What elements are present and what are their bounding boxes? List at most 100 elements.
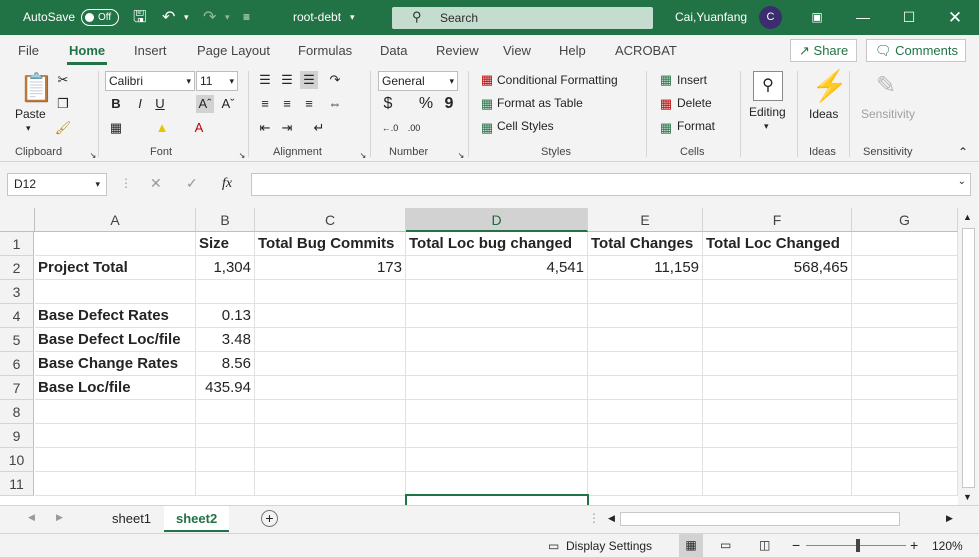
share-button[interactable]: ↗ Share bbox=[790, 39, 857, 62]
cell-f4[interactable] bbox=[703, 304, 852, 328]
cell-b4[interactable]: 0.13 bbox=[196, 304, 255, 328]
scroll-right-icon[interactable]: ▶ bbox=[946, 513, 953, 524]
align-bottom-icon[interactable]: ☰ bbox=[300, 71, 318, 89]
sheet-tab-sheet1[interactable]: sheet1 bbox=[100, 506, 163, 532]
row-header-7[interactable]: 7 bbox=[0, 376, 34, 400]
display-settings-button[interactable]: Display Settings bbox=[566, 539, 652, 553]
cell-g4[interactable] bbox=[852, 304, 958, 328]
cell-d9[interactable] bbox=[406, 424, 588, 448]
cell-e2[interactable]: 11,159 bbox=[588, 256, 703, 280]
format-cells-button[interactable]: Format bbox=[677, 119, 715, 133]
search-box[interactable]: ⚲ Search bbox=[392, 7, 653, 29]
row-header-3[interactable]: 3 bbox=[0, 280, 34, 304]
prev-sheet-icon[interactable]: ◀ bbox=[28, 512, 35, 523]
search-icon[interactable]: ⚲ bbox=[753, 71, 783, 101]
customize-qat-icon[interactable]: ≡ bbox=[243, 0, 250, 35]
row-header-6[interactable]: 6 bbox=[0, 352, 34, 376]
next-sheet-icon[interactable]: ▶ bbox=[56, 512, 63, 523]
cell-b7[interactable]: 435.94 bbox=[196, 376, 255, 400]
percent-button[interactable]: % bbox=[417, 95, 435, 113]
name-box[interactable]: D12 ▾ bbox=[7, 173, 107, 196]
cell-g3[interactable] bbox=[852, 280, 958, 304]
paste-icon[interactable]: 📋 bbox=[19, 71, 54, 104]
insert-function-button[interactable]: fx bbox=[222, 176, 232, 192]
select-all-corner[interactable] bbox=[0, 208, 35, 232]
cell-f5[interactable] bbox=[703, 328, 852, 352]
cell-a11[interactable] bbox=[35, 472, 196, 496]
cell-e11[interactable] bbox=[588, 472, 703, 496]
row-header-5[interactable]: 5 bbox=[0, 328, 34, 352]
cell-d3[interactable] bbox=[406, 280, 588, 304]
cell-g7[interactable] bbox=[852, 376, 958, 400]
insert-cells-button[interactable]: Insert bbox=[677, 73, 707, 87]
cell-e1[interactable]: Total Changes bbox=[588, 232, 703, 256]
cell-c9[interactable] bbox=[255, 424, 406, 448]
font-size-select[interactable]: 11 ▾ bbox=[196, 71, 238, 91]
cell-styles-icon[interactable]: ▦ bbox=[478, 119, 496, 137]
align-middle-icon[interactable]: ☰ bbox=[278, 71, 296, 89]
cell-d2[interactable]: 4,541 bbox=[406, 256, 588, 280]
user-name[interactable]: Cai,Yuanfang bbox=[675, 0, 747, 35]
worksheet-grid[interactable]: ABCDEFG 1 2 3 4 5 6 7 8 9 10 11 Size Total Bug Comm… bbox=[0, 208, 979, 505]
vertical-scrollbar[interactable]: ▲ ▼ bbox=[958, 208, 979, 505]
cell-e6[interactable] bbox=[588, 352, 703, 376]
cell-f10[interactable] bbox=[703, 448, 852, 472]
minimize-icon[interactable]: — bbox=[843, 0, 883, 35]
column-header-b[interactable]: B bbox=[196, 208, 255, 232]
vertical-scroll-thumb[interactable] bbox=[962, 228, 975, 488]
avatar[interactable]: C bbox=[759, 6, 782, 29]
file-name[interactable]: root-debt bbox=[293, 0, 341, 35]
paste-chevron-icon[interactable]: ▾ bbox=[26, 123, 31, 134]
page-layout-view-icon[interactable]: ▭ bbox=[720, 538, 731, 552]
maximize-icon[interactable]: ☐ bbox=[889, 0, 929, 35]
cell-d10[interactable] bbox=[406, 448, 588, 472]
cell-a1[interactable] bbox=[35, 232, 196, 256]
cell-b3[interactable] bbox=[196, 280, 255, 304]
cell-a10[interactable] bbox=[35, 448, 196, 472]
align-left-icon[interactable]: ≡ bbox=[256, 95, 274, 113]
cell-g11[interactable] bbox=[852, 472, 958, 496]
column-header-f[interactable]: F bbox=[703, 208, 852, 232]
cell-e8[interactable] bbox=[588, 400, 703, 424]
conditional-formatting-icon[interactable]: ▦ bbox=[478, 71, 496, 89]
cell-c5[interactable] bbox=[255, 328, 406, 352]
conditional-formatting-button[interactable]: Conditional Formatting bbox=[497, 73, 618, 87]
zoom-level[interactable]: 120% bbox=[932, 539, 963, 553]
zoom-in-icon[interactable]: + bbox=[910, 537, 918, 553]
cell-c2[interactable]: 173 bbox=[255, 256, 406, 280]
cell-f8[interactable] bbox=[703, 400, 852, 424]
cell-styles-button[interactable]: Cell Styles bbox=[497, 119, 554, 133]
redo-dropdown-icon[interactable]: ▾ bbox=[225, 0, 230, 35]
cell-f6[interactable] bbox=[703, 352, 852, 376]
cell-d4[interactable] bbox=[406, 304, 588, 328]
cell-c1[interactable]: Total Bug Commits bbox=[255, 232, 406, 256]
orientation-icon[interactable]: ↷ bbox=[326, 71, 344, 89]
formula-input[interactable]: ⌄ bbox=[251, 173, 971, 196]
cell-g8[interactable] bbox=[852, 400, 958, 424]
cell-e9[interactable] bbox=[588, 424, 703, 448]
redo-icon[interactable]: ↷ bbox=[203, 0, 216, 35]
tab-view[interactable]: View bbox=[503, 43, 531, 58]
page-break-view-icon[interactable]: ◫ bbox=[759, 538, 770, 552]
decrease-decimal-icon[interactable]: .00 bbox=[405, 119, 423, 137]
ideas-button[interactable]: Ideas bbox=[809, 107, 838, 121]
cell-e7[interactable] bbox=[588, 376, 703, 400]
cell-e3[interactable] bbox=[588, 280, 703, 304]
cell-d8[interactable] bbox=[406, 400, 588, 424]
cell-a4[interactable]: Base Defect Rates bbox=[35, 304, 196, 328]
number-format-select[interactable]: General ▾ bbox=[378, 71, 458, 91]
insert-cells-icon[interactable]: ▦ bbox=[657, 71, 675, 89]
decrease-font-icon[interactable]: Aˇ bbox=[219, 95, 237, 113]
cell-c7[interactable] bbox=[255, 376, 406, 400]
cell-c11[interactable] bbox=[255, 472, 406, 496]
cell-a6[interactable]: Base Change Rates bbox=[35, 352, 196, 376]
editing-chevron-icon[interactable]: ▾ bbox=[764, 121, 769, 132]
cell-a3[interactable] bbox=[35, 280, 196, 304]
sheet-tab-sheet2[interactable]: sheet2 bbox=[164, 506, 230, 532]
borders-icon[interactable]: ▦ bbox=[107, 119, 125, 137]
cut-icon[interactable]: ✂ bbox=[54, 71, 72, 89]
undo-icon[interactable]: ↶ bbox=[162, 0, 175, 35]
paste-label[interactable]: Paste bbox=[15, 107, 46, 121]
bold-button[interactable]: B bbox=[107, 95, 125, 113]
comma-button[interactable]: 9 bbox=[440, 95, 458, 113]
